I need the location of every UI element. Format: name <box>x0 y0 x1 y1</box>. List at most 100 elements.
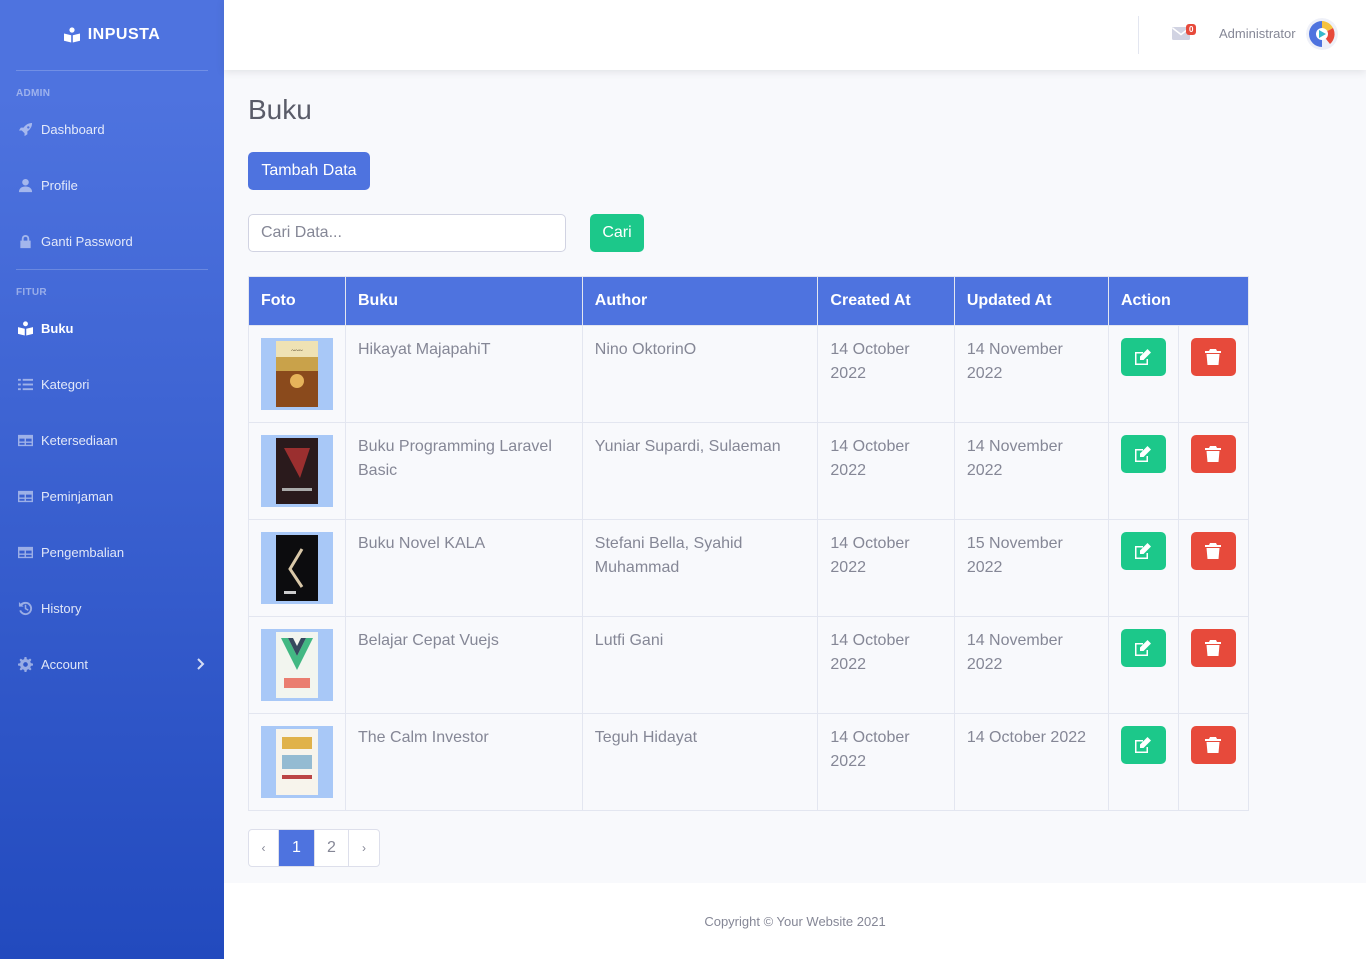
edit-icon <box>1135 349 1152 365</box>
book-title: Buku Programming Laravel Basic <box>345 422 583 520</box>
book-author: Teguh Hidayat <box>581 713 819 811</box>
sidebar-item-label: Account <box>41 656 88 672</box>
created-at: 14 October 2022 <box>817 519 955 617</box>
sidebar-item-label: Ganti Password <box>41 233 133 249</box>
user-icon <box>18 178 33 193</box>
page-title: Buku <box>248 94 312 125</box>
page-2[interactable]: 2 <box>315 830 349 866</box>
messages-badge: 0 <box>1186 24 1197 35</box>
edit-button[interactable] <box>1120 435 1166 473</box>
history-icon <box>18 601 33 616</box>
sidebar-item-kategori[interactable]: Kategori <box>0 356 224 412</box>
sidebar-item-dashboard[interactable]: Dashboard <box>0 101 224 157</box>
chevron-right-icon <box>197 658 205 670</box>
sidebar-item-ganti-password[interactable]: Ganti Password <box>0 213 224 269</box>
sidebar-item-peminjaman[interactable]: Peminjaman <box>0 468 224 524</box>
brand-name: INPUSTA <box>87 26 161 43</box>
book-title: Belajar Cepat Vuejs <box>345 616 583 714</box>
created-at: 14 October 2022 <box>817 616 955 714</box>
header-buku: Buku <box>345 276 583 326</box>
sidebar: INPUSTA ADMIN Dashboard Profile Ganti Pa… <box>0 0 224 959</box>
edit-button[interactable] <box>1120 726 1166 764</box>
delete-button[interactable] <box>1190 532 1236 570</box>
search-button[interactable]: Cari <box>590 214 644 252</box>
book-title: The Calm Investor <box>345 713 583 811</box>
topbar: 0 Administrator <box>224 0 1366 70</box>
sidebar-item-label: Buku <box>41 320 74 336</box>
edit-button[interactable] <box>1120 532 1166 570</box>
page-1[interactable]: 1 <box>279 830 315 866</box>
books-table: Foto Buku Author Created At Updated At A… <box>248 276 1250 811</box>
book-cover-image <box>261 629 333 701</box>
sidebar-item-profile[interactable]: Profile <box>0 157 224 213</box>
created-at: 14 October 2022 <box>817 325 955 423</box>
book-reader-icon <box>18 320 33 336</box>
sidebar-heading-admin: ADMIN <box>16 88 51 99</box>
sidebar-divider <box>16 70 208 71</box>
svg-text:~~~: ~~~ <box>291 347 303 355</box>
edit-icon <box>1135 737 1152 753</box>
updated-at: 14 November 2022 <box>953 325 1109 423</box>
header-created-at: Created At <box>817 276 955 326</box>
book-author: Nino OktorinO <box>581 325 819 423</box>
sidebar-item-account[interactable]: Account <box>0 636 224 692</box>
book-cover-image <box>261 532 333 604</box>
footer: Copyright © Your Website 2021 <box>224 883 1366 959</box>
sidebar-heading-fitur: FITUR <box>16 287 47 298</box>
edit-icon <box>1135 446 1152 462</box>
updated-at: 15 November 2022 <box>953 519 1109 617</box>
delete-button[interactable] <box>1190 435 1236 473</box>
edit-icon <box>1135 640 1152 656</box>
updated-at: 14 November 2022 <box>953 422 1109 520</box>
header-foto: Foto <box>248 276 346 326</box>
topbar-divider <box>1138 16 1139 54</box>
page-next[interactable]: › <box>349 830 379 866</box>
book-author: Yuniar Supardi, Sulaeman <box>581 422 819 520</box>
trash-icon <box>1205 543 1222 559</box>
search-input[interactable] <box>248 214 566 252</box>
cog-icon <box>18 656 33 672</box>
sidebar-item-pengembalian[interactable]: Pengembalian <box>0 524 224 580</box>
pagination: ‹ 1 2 › <box>248 829 380 867</box>
sidebar-item-history[interactable]: History <box>0 580 224 636</box>
edit-icon <box>1135 543 1152 559</box>
table-icon <box>18 545 33 560</box>
book-title: Hikayat MajapahiT <box>345 325 583 423</box>
add-data-button[interactable]: Tambah Data <box>248 152 370 190</box>
table-header-row: Foto Buku Author Created At Updated At A… <box>248 276 1250 326</box>
rocket-icon <box>18 122 33 137</box>
sidebar-item-label: Kategori <box>41 376 90 392</box>
updated-at: 14 November 2022 <box>953 616 1109 714</box>
header-updated-at: Updated At <box>953 276 1109 326</box>
trash-icon <box>1205 640 1222 656</box>
book-author: Stefani Bella, Syahid Muhammad <box>581 519 819 617</box>
edit-button[interactable] <box>1120 338 1166 376</box>
sidebar-item-ketersediaan[interactable]: Ketersediaan <box>0 412 224 468</box>
book-cover-image <box>261 726 333 798</box>
sidebar-item-label: Pengembalian <box>41 544 125 560</box>
sidebar-item-label: Profile <box>41 177 78 193</box>
user-name[interactable]: Administrator <box>1219 26 1296 41</box>
brand[interactable]: INPUSTA <box>0 0 224 70</box>
delete-button[interactable] <box>1190 629 1236 667</box>
table-row: Buku Novel KALA Stefani Bella, Syahid Mu… <box>248 519 1250 617</box>
book-author: Lutfi Gani <box>581 616 819 714</box>
delete-button[interactable] <box>1190 338 1236 376</box>
trash-icon <box>1205 349 1222 365</box>
lock-icon <box>18 234 33 249</box>
sidebar-item-label: Dashboard <box>41 121 105 137</box>
avatar[interactable] <box>1306 18 1338 50</box>
created-at: 14 October 2022 <box>817 422 955 520</box>
trash-icon <box>1205 446 1222 462</box>
sidebar-item-label: Ketersediaan <box>41 432 118 448</box>
table-row: Belajar Cepat Vuejs Lutfi Gani 14 Octobe… <box>248 616 1250 714</box>
delete-button[interactable] <box>1190 726 1236 764</box>
sidebar-item-buku[interactable]: Buku <box>0 300 224 356</box>
table-row: The Calm Investor Teguh Hidayat 14 Octob… <box>248 713 1250 811</box>
table-row: ~~~ Hikayat MajapahiT Nino OktorinO 14 O… <box>248 325 1250 423</box>
edit-button[interactable] <box>1120 629 1166 667</box>
list-icon <box>18 377 33 392</box>
table-icon <box>18 489 33 504</box>
created-at: 14 October 2022 <box>817 713 955 811</box>
page-prev[interactable]: ‹ <box>249 830 279 866</box>
